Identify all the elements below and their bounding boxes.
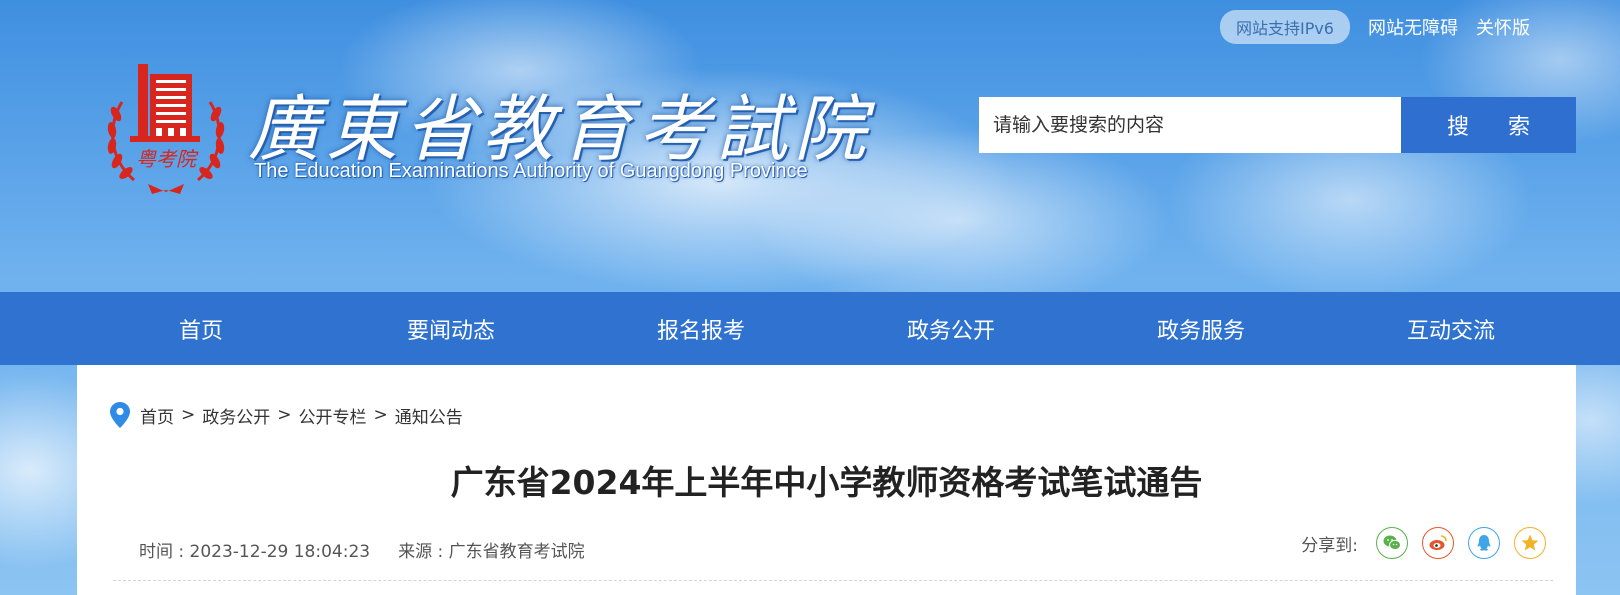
nav-item-home[interactable]: 首页 <box>76 292 326 365</box>
breadcrumb-government-affairs[interactable]: 政务公开 <box>202 403 270 428</box>
breadcrumb: 首页 > 政务公开 > 公开专栏 > 通知公告 <box>110 402 463 428</box>
article-divider <box>113 580 1553 581</box>
breadcrumb-separator: > <box>277 405 292 425</box>
breadcrumb-home[interactable]: 首页 <box>140 403 174 428</box>
search-input[interactable] <box>979 97 1401 153</box>
accessibility-link[interactable]: 网站无障碍 <box>1368 14 1458 40</box>
search-button[interactable]: 搜 索 <box>1401 97 1576 153</box>
qq-icon[interactable] <box>1468 527 1500 559</box>
main-nav: 首页 要闻动态 报名报考 政务公开 政务服务 互动交流 <box>0 292 1620 365</box>
weibo-icon[interactable] <box>1422 527 1454 559</box>
article-source: 来源 : 广东省教育考试院 <box>398 542 585 562</box>
care-mode-link[interactable]: 关怀版 <box>1476 14 1530 40</box>
share-label: 分享到: <box>1301 535 1358 556</box>
breadcrumb-separator: > <box>181 405 196 425</box>
breadcrumb-notices[interactable]: 通知公告 <box>395 403 463 428</box>
logo-emblem-icon[interactable]: 粤考院 <box>104 62 228 196</box>
nav-item-government-services[interactable]: 政务服务 <box>1076 292 1326 365</box>
article-card: 首页 > 政务公开 > 公开专栏 > 通知公告 广东省2024年上半年中小学教师… <box>77 365 1576 595</box>
emblem-text: 粤考院 <box>136 147 199 171</box>
search-bar: 搜 索 <box>979 97 1576 153</box>
location-pin-icon <box>110 402 130 428</box>
logo-title-en: The Education Examinations Authority of … <box>254 160 808 182</box>
breadcrumb-public-column[interactable]: 公开专栏 <box>299 403 367 428</box>
nav-item-interaction[interactable]: 互动交流 <box>1326 292 1576 365</box>
wechat-icon[interactable] <box>1376 527 1408 559</box>
article-title: 广东省2024年上半年中小学教师资格考试笔试通告 <box>450 463 1203 502</box>
article-meta: 时间 : 2023-12-29 18:04:23 来源 : 广东省教育考试院 <box>139 537 585 562</box>
nav-item-registration[interactable]: 报名报考 <box>576 292 826 365</box>
ipv6-badge[interactable]: 网站支持IPv6 <box>1219 10 1350 44</box>
share-bar: 分享到: <box>1301 527 1546 559</box>
nav-item-news[interactable]: 要闻动态 <box>326 292 576 365</box>
nav-item-government-affairs[interactable]: 政务公开 <box>826 292 1076 365</box>
breadcrumb-separator: > <box>373 405 388 425</box>
article-time: 时间 : 2023-12-29 18:04:23 <box>139 542 371 562</box>
qzone-icon[interactable] <box>1514 527 1546 559</box>
top-utility-links: 网站支持IPv6 网站无障碍 关怀版 <box>1219 10 1530 44</box>
